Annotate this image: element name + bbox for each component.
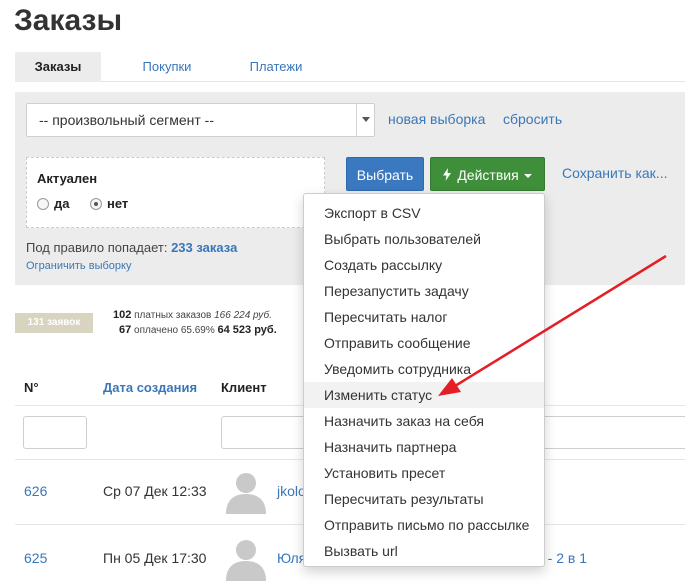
segment-select[interactable]: -- произвольный сегмент -- bbox=[26, 103, 375, 137]
menu-item-notify-employee[interactable]: Уведомить сотрудника bbox=[304, 356, 544, 382]
rule-count-link[interactable]: 233 заказа bbox=[171, 240, 237, 255]
page-title: Заказы bbox=[14, 4, 123, 37]
paid-pct-label: оплачено 65.69% bbox=[134, 325, 215, 336]
number-filter-input[interactable] bbox=[23, 416, 87, 449]
column-client: Клиент bbox=[221, 380, 267, 395]
orders-count-badge: 131 заявок bbox=[15, 313, 93, 333]
order-number-link[interactable]: 625 bbox=[24, 550, 47, 566]
rule-summary: Под правило попадает: 233 заказа bbox=[26, 240, 237, 255]
condition-box: Актуален да нет bbox=[26, 157, 325, 228]
reset-link[interactable]: сбросить bbox=[503, 111, 562, 127]
client-name-link[interactable]: Юля bbox=[277, 550, 306, 566]
radio-yes-label: да bbox=[54, 196, 70, 211]
user-avatar-icon bbox=[223, 535, 269, 581]
actions-button[interactable]: Действия bbox=[430, 157, 545, 191]
actions-button-label: Действия bbox=[457, 167, 519, 183]
menu-item-recalc-results[interactable]: Пересчитать результаты bbox=[304, 486, 544, 512]
order-number-link[interactable]: 626 bbox=[24, 483, 47, 499]
menu-item-call-url[interactable]: Вызвать url bbox=[304, 538, 544, 564]
tab-orders[interactable]: Заказы bbox=[15, 52, 101, 82]
menu-item-assign-to-me[interactable]: Назначить заказ на себя bbox=[304, 408, 544, 434]
paid-label: платных заказов bbox=[134, 310, 212, 321]
radio-no[interactable]: нет bbox=[90, 196, 128, 211]
condition-label: Актуален bbox=[37, 171, 98, 186]
tab-purchases[interactable]: Покупки bbox=[125, 52, 209, 82]
save-as-link[interactable]: Сохранить как... bbox=[562, 165, 667, 181]
paid-pct-count: 67 bbox=[119, 324, 132, 336]
segment-value: -- произвольный сегмент -- bbox=[39, 112, 214, 128]
menu-item-assign-partner[interactable]: Назначить партнера bbox=[304, 434, 544, 460]
menu-item-send-message[interactable]: Отправить сообщение bbox=[304, 330, 544, 356]
menu-item-select-users[interactable]: Выбрать пользователей bbox=[304, 226, 544, 252]
select-button[interactable]: Выбрать bbox=[346, 157, 424, 191]
client-name-link[interactable]: jkolo bbox=[277, 483, 306, 499]
menu-item-set-preset[interactable]: Установить пресет bbox=[304, 460, 544, 486]
user-avatar-icon bbox=[223, 468, 269, 514]
menu-item-send-mailing-letter[interactable]: Отправить письмо по рассылке bbox=[304, 512, 544, 538]
column-number: N° bbox=[24, 380, 39, 395]
order-date: Ср 07 Дек 12:33 bbox=[103, 483, 207, 499]
menu-item-recalc-tax[interactable]: Пересчитать налог bbox=[304, 304, 544, 330]
column-created-date[interactable]: Дата создания bbox=[103, 380, 197, 395]
radio-no-control[interactable] bbox=[90, 197, 102, 210]
menu-item-create-mailing[interactable]: Создать рассылку bbox=[304, 252, 544, 278]
new-selection-link[interactable]: новая выборка bbox=[388, 111, 485, 127]
bolt-icon bbox=[443, 158, 452, 192]
radio-yes-control[interactable] bbox=[37, 197, 49, 210]
caret-down-icon bbox=[523, 174, 532, 179]
rule-prefix: Под правило попадает: bbox=[26, 240, 168, 255]
tab-payments[interactable]: Платежи bbox=[237, 52, 315, 82]
paid-count: 102 bbox=[113, 309, 132, 321]
radio-no-label: нет bbox=[107, 196, 129, 211]
menu-item-change-status[interactable]: Изменить статус bbox=[304, 382, 544, 408]
limit-selection-link[interactable]: Ограничить выборку bbox=[26, 260, 131, 272]
tabs-bar: Заказы Покупки Платежи bbox=[15, 52, 685, 82]
menu-item-export-csv[interactable]: Экспорт в CSV bbox=[304, 200, 544, 226]
chevron-down-icon[interactable] bbox=[356, 104, 374, 136]
order-date: Пн 05 Дек 17:30 bbox=[103, 550, 207, 566]
paid-pct-row: 67 оплачено 65.69% 64 523 руб. bbox=[119, 324, 277, 336]
paid-pct-sum: 64 523 руб. bbox=[217, 324, 277, 336]
actions-dropdown-menu: Экспорт в CSV Выбрать пользователей Созд… bbox=[303, 193, 545, 567]
menu-item-restart-task[interactable]: Перезапустить задачу bbox=[304, 278, 544, 304]
radio-yes[interactable]: да bbox=[37, 196, 69, 211]
paid-stat-row: 102 платных заказов 166 224 руб. bbox=[113, 309, 272, 321]
paid-sum: 166 224 руб. bbox=[214, 310, 272, 321]
